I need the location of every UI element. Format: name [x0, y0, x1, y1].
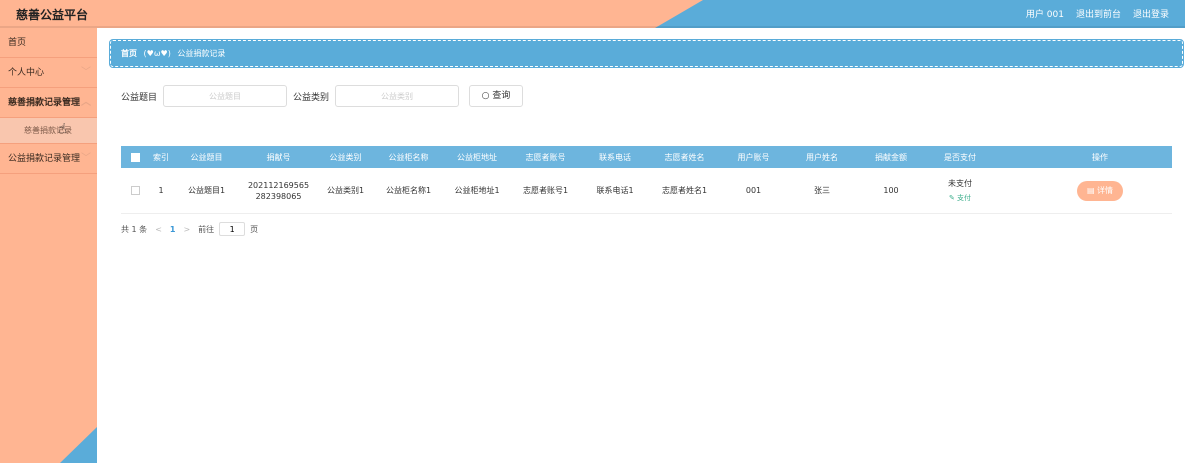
sidebar-item-label: 公益捐款记录管理 — [8, 154, 81, 164]
detail-button[interactable]: ▤ 详情 — [1077, 180, 1123, 201]
breadcrumb-current: 公益捐款记录 — [177, 49, 226, 58]
header-cell: 用户账号 — [737, 152, 770, 162]
hand-cursor-icon: ☝ — [58, 121, 67, 137]
cell-cabinet-address: 公益柜地址1 — [454, 186, 500, 195]
title-input[interactable] — [163, 85, 288, 107]
app-title: 慈善公益平台 — [16, 8, 89, 22]
breadcrumb-home[interactable]: 首页 — [121, 49, 137, 58]
user-label: 用户 001 — [1025, 10, 1064, 20]
table-header: 索引 公益题目 捐献号 公益类别 公益柜名称 公益柜地址 志愿者账号 联系电话 … — [121, 146, 1172, 168]
cell-amount: 100 — [883, 186, 899, 195]
cell-category: 公益类别1 — [326, 186, 365, 195]
edit-icon: ✎ — [948, 194, 958, 202]
chevron-down-icon: ﹀ — [81, 153, 91, 164]
header-shadow — [0, 26, 1185, 28]
chevron-up-icon: ︿ — [81, 97, 91, 108]
header-cell: 公益柜地址 — [457, 152, 497, 162]
header-cell: 志愿者账号 — [525, 152, 566, 162]
pay-status-text: 未支付 — [948, 179, 972, 188]
sidebar-item-public-donation-management[interactable]: 公益捐款记录管理 ﹀ — [0, 144, 97, 174]
header-cell: 用户姓名 — [806, 152, 838, 162]
back-to-front-link[interactable]: 退出到前台 — [1076, 7, 1121, 20]
search-bar: 公益题目 公益类别 ○ 查询 — [121, 85, 524, 107]
header-cell: 是否支付 — [944, 152, 976, 162]
sidebar-subitem-charity-donation-record[interactable]: 慈善捐款记录 ☝ — [0, 118, 97, 144]
select-all-checkbox[interactable] — [130, 152, 140, 162]
donation-table: 索引 公益题目 捐献号 公益类别 公益柜名称 公益柜地址 志愿者账号 联系电话 … — [121, 146, 1172, 214]
header-cell: 捐献金额 — [875, 152, 907, 162]
sidebar-item-home[interactable]: 首页 — [0, 28, 97, 58]
header-cell: 志愿者姓名 — [664, 152, 705, 162]
sidebar-corner-decoration — [60, 427, 97, 463]
sidebar-item-label: 个人中心 — [8, 68, 45, 78]
sidebar-item-label: 慈善捐款记录管理 — [8, 98, 81, 108]
select-all-cell — [121, 152, 149, 162]
top-header: 慈善公益平台 用户 001 退出到前台 退出登录 — [0, 0, 1185, 28]
query-button-label: 查询 — [492, 91, 511, 101]
cell-user-name: 张三 — [814, 186, 830, 195]
category-input[interactable] — [335, 85, 460, 107]
category-label: 公益类别 — [293, 92, 330, 103]
query-button[interactable]: ○ 查询 — [469, 85, 524, 107]
goto-page-input[interactable] — [219, 222, 246, 236]
chevron-down-icon: ﹀ — [81, 67, 91, 78]
total-count: 共 1 条 — [121, 224, 148, 234]
pay-link[interactable]: ✎ 支付 — [926, 193, 994, 203]
goto-label: 前往 — [198, 224, 215, 234]
detail-button-label: 详情 — [1097, 185, 1114, 195]
cell-donation-no: 202112169565 282398065 — [240, 181, 317, 201]
table-row: 1 公益题目1 202112169565 282398065 公益类别1 公益柜… — [121, 168, 1172, 214]
cell-cabinet-name: 公益柜名称1 — [385, 186, 432, 195]
breadcrumb-separator-face: (♥ω♥) — [143, 49, 171, 58]
title-label: 公益题目 — [121, 92, 158, 103]
cell-volunteer-account: 志愿者账号1 — [522, 186, 569, 195]
cell-pay-status: 未支付 ✎ 支付 — [926, 178, 994, 203]
sidebar-item-personal-center[interactable]: 个人中心 ﹀ — [0, 58, 97, 88]
cell-title: 公益题目1 — [187, 186, 226, 195]
page-number-current[interactable]: 1 — [170, 225, 176, 234]
header-cell: 操作 — [1092, 152, 1108, 162]
breadcrumb: 首页 (♥ω♥) 公益捐款记录 — [109, 39, 1184, 68]
cell-volunteer-name: 志愿者姓名1 — [661, 186, 708, 195]
header-cell: 捐献号 — [266, 152, 291, 162]
sidebar-item-label: 首页 — [8, 38, 27, 48]
donation-no-line2: 282398065 — [255, 191, 302, 201]
header-cell: 公益类别 — [329, 152, 362, 162]
search-icon: ○ — [481, 91, 490, 101]
document-icon: ▤ — [1086, 185, 1098, 195]
row-select-cell — [121, 186, 149, 195]
cell-user-account: 001 — [745, 186, 762, 195]
top-links: 用户 001 退出到前台 退出登录 — [1026, 7, 1169, 20]
sidebar: 首页 个人中心 ﹀ 慈善捐款记录管理 ︿ 慈善捐款记录 ☝ 公益捐款记录管理 ﹀ — [0, 28, 97, 463]
header-cell: 公益柜名称 — [388, 152, 429, 162]
header-cell: 联系电话 — [599, 152, 631, 162]
page-unit-label: 页 — [250, 224, 259, 234]
donation-no-line1: 202112169565 — [247, 180, 310, 190]
sidebar-item-charity-donation-management[interactable]: 慈善捐款记录管理 ︿ — [0, 88, 97, 118]
next-page-button[interactable]: > — [183, 225, 190, 234]
pagination: 共 1 条 < 1 > 前往 页 — [121, 222, 258, 236]
cell-actions: ▤ 详情 — [994, 180, 1185, 201]
cell-index: 1 — [158, 186, 164, 195]
logout-link[interactable]: 退出登录 — [1133, 7, 1169, 20]
header-cell: 公益题目 — [190, 152, 223, 162]
cell-phone: 联系电话1 — [596, 186, 634, 195]
header-cell: 索引 — [153, 152, 169, 162]
prev-page-button[interactable]: < — [155, 225, 162, 234]
pay-link-label: 支付 — [957, 194, 972, 202]
row-checkbox[interactable] — [130, 186, 140, 195]
